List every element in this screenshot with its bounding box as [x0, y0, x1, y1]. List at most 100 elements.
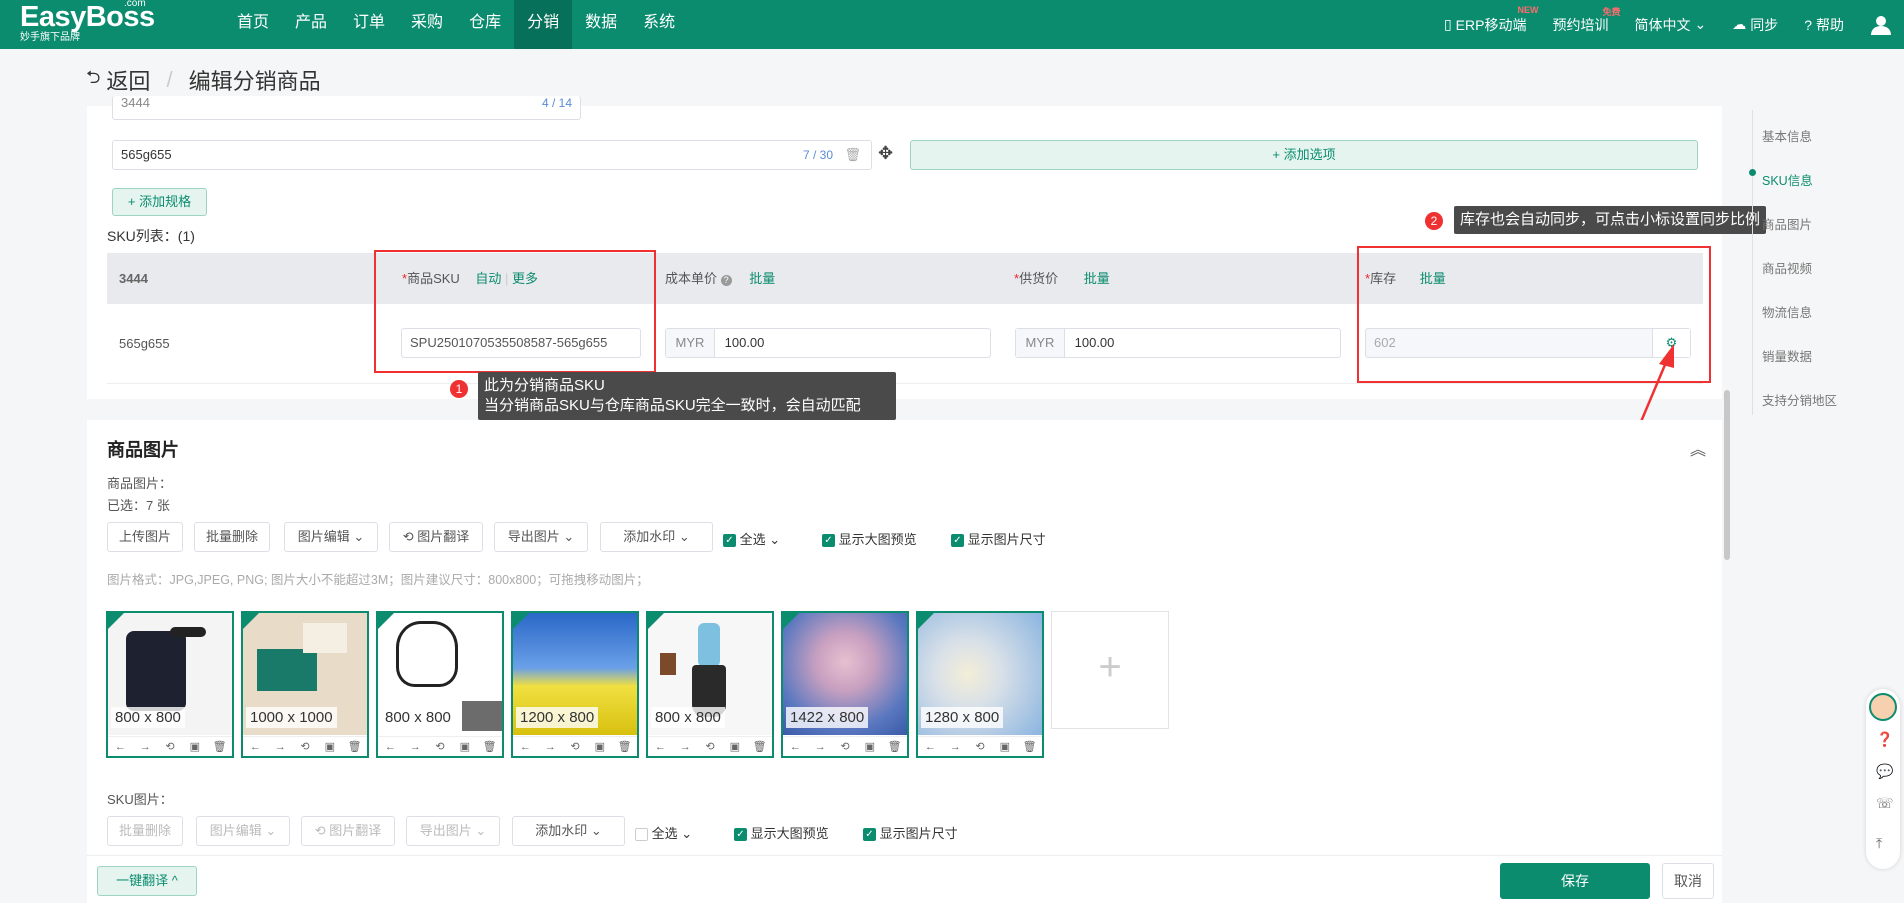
supply-batch-link[interactable]: 批量: [1084, 271, 1110, 286]
arrow-left-icon[interactable]: ←: [920, 741, 940, 753]
arrow-right-icon[interactable]: →: [405, 741, 425, 753]
sku-select-all-checkbox[interactable]: 全选 ⌄: [635, 823, 692, 842]
one-click-translate-button[interactable]: 一键翻译 ^: [97, 866, 197, 896]
show-size-checkbox[interactable]: ✓ 显示图片尺寸: [951, 529, 1046, 548]
anchor-sku-info[interactable]: SKU信息: [1762, 159, 1837, 203]
avatar[interactable]: [1869, 693, 1897, 721]
product-image-7[interactable]: 1280 x 800 ← → ⟲ ▣ 🗑: [916, 611, 1044, 758]
image-edit-icon[interactable]: ▣: [860, 740, 880, 753]
erp-mobile-link[interactable]: ▯ ERP移动端 NEW: [1444, 5, 1539, 35]
translate-icon[interactable]: ⟲: [835, 740, 855, 753]
arrow-left-icon[interactable]: ←: [785, 741, 805, 753]
sku-image-edit-dropdown[interactable]: 图片编辑 ⌄: [196, 816, 290, 846]
arrow-right-icon[interactable]: →: [270, 741, 290, 753]
trash-icon[interactable]: 🗑: [345, 740, 365, 753]
nav-purchase[interactable]: 采购: [398, 0, 456, 49]
anchor-basic-info[interactable]: 基本信息: [1762, 115, 1837, 159]
anchor-sales-data[interactable]: 销量数据: [1762, 335, 1837, 379]
chat-icon[interactable]: 💬: [1876, 763, 1893, 780]
add-spec-button[interactable]: + 添加规格: [112, 188, 207, 216]
trash-icon[interactable]: 🗑: [750, 740, 770, 753]
trash-icon[interactable]: 🗑: [210, 740, 230, 753]
nav-warehouse[interactable]: 仓库: [456, 0, 514, 49]
export-image-dropdown[interactable]: 导出图片 ⌄: [494, 522, 588, 552]
cost-batch-link[interactable]: 批量: [749, 271, 775, 286]
anchor-product-images[interactable]: 商品图片: [1762, 203, 1837, 247]
translate-icon[interactable]: ⟲: [565, 740, 585, 753]
arrow-right-icon[interactable]: →: [675, 741, 695, 753]
spec-value-input-partial[interactable]: 3444 4 / 14: [112, 96, 581, 120]
cancel-button[interactable]: 取消: [1662, 863, 1714, 899]
image-edit-dropdown[interactable]: 图片编辑 ⌄: [284, 522, 378, 552]
language-select[interactable]: 简体中文 ⌄: [1634, 15, 1706, 35]
arrow-right-icon[interactable]: →: [810, 741, 830, 753]
sku-image-translate-button[interactable]: ⟲ 图片翻译: [301, 816, 395, 846]
image-edit-icon[interactable]: ▣: [320, 740, 340, 753]
nav-orders[interactable]: 订单: [340, 0, 398, 49]
nav-data[interactable]: 数据: [572, 0, 630, 49]
product-image-3[interactable]: 800 x 800 ← → ⟲ ▣ 🗑: [376, 611, 504, 758]
translate-icon[interactable]: ⟲: [295, 740, 315, 753]
arrow-right-icon[interactable]: →: [135, 741, 155, 753]
spec-option-input[interactable]: 565g655 7 / 30 🗑: [112, 140, 872, 170]
product-image-1[interactable]: 800 x 800 ← → ⟲ ▣ 🗑: [106, 611, 234, 758]
arrow-left-icon[interactable]: ←: [380, 741, 400, 753]
trash-icon[interactable]: 🗑: [885, 740, 905, 753]
back-to-top-icon[interactable]: ⤒: [1876, 835, 1882, 852]
cost-input[interactable]: MYR 100.00: [665, 328, 991, 358]
image-edit-icon[interactable]: ▣: [995, 740, 1015, 753]
nav-distribution[interactable]: 分销: [514, 0, 573, 49]
image-edit-icon[interactable]: ▣: [590, 740, 610, 753]
batch-delete-button[interactable]: 批量删除: [194, 522, 270, 552]
image-edit-icon[interactable]: ▣: [725, 740, 745, 753]
drag-move-icon[interactable]: ✥: [878, 143, 893, 164]
sku-big-preview-checkbox[interactable]: ✓ 显示大图预览: [734, 823, 829, 842]
add-watermark-dropdown[interactable]: 添加水印 ⌄: [600, 522, 713, 552]
arrow-right-icon[interactable]: →: [945, 741, 965, 753]
translate-icon[interactable]: ⟲: [700, 740, 720, 753]
anchor-regions[interactable]: 支持分销地区: [1762, 379, 1837, 423]
nav-products[interactable]: 产品: [282, 0, 340, 49]
translate-icon[interactable]: ⟲: [970, 740, 990, 753]
back-icon[interactable]: ⮌: [86, 65, 100, 95]
image-translate-button[interactable]: ⟲ 图片翻译: [389, 522, 483, 552]
add-option-button[interactable]: + 添加选项: [910, 140, 1698, 170]
arrow-right-icon[interactable]: →: [540, 741, 560, 753]
select-all-checkbox[interactable]: ✓ 全选 ⌄: [723, 529, 780, 548]
translate-icon[interactable]: ⟲: [160, 740, 180, 753]
arrow-left-icon[interactable]: ←: [650, 741, 670, 753]
anchor-logistics[interactable]: 物流信息: [1762, 291, 1837, 335]
image-edit-icon[interactable]: ▣: [455, 740, 475, 753]
sync-button[interactable]: ☁ 同步: [1732, 15, 1778, 35]
nav-home[interactable]: 首页: [224, 0, 282, 49]
trash-icon[interactable]: 🗑: [480, 740, 500, 753]
anchor-product-video[interactable]: 商品视频: [1762, 247, 1837, 291]
upload-image-button[interactable]: 上传图片: [107, 522, 183, 552]
product-image-6[interactable]: 1422 x 800 ← → ⟲ ▣ 🗑: [781, 611, 909, 758]
back-link[interactable]: 返回: [106, 64, 150, 96]
big-preview-checkbox[interactable]: ✓ 显示大图预览: [822, 529, 917, 548]
help-doc-icon[interactable]: ❓: [1876, 731, 1893, 748]
product-image-2[interactable]: 1000 x 1000 ← → ⟲ ▣ 🗑: [241, 611, 369, 758]
sku-batch-delete-button[interactable]: 批量删除: [107, 816, 183, 846]
image-edit-icon[interactable]: ▣: [185, 740, 205, 753]
trash-icon[interactable]: 🗑: [1020, 740, 1040, 753]
sku-export-image-dropdown[interactable]: 导出图片 ⌄: [406, 816, 500, 846]
help-button[interactable]: ? 帮助: [1804, 15, 1844, 35]
product-image-5[interactable]: 800 x 800 ← → ⟲ ▣ 🗑: [646, 611, 774, 758]
arrow-left-icon[interactable]: ←: [110, 741, 130, 753]
save-button[interactable]: 保存: [1500, 863, 1650, 899]
logo[interactable]: EasyBoss .com 妙手旗下品牌: [20, 0, 155, 49]
arrow-left-icon[interactable]: ←: [515, 741, 535, 753]
training-link[interactable]: 预约培训 免费: [1552, 7, 1620, 35]
product-image-4[interactable]: 1200 x 800 ← → ⟲ ▣ 🗑: [511, 611, 639, 758]
arrow-left-icon[interactable]: ←: [245, 741, 265, 753]
add-image-tile[interactable]: +: [1051, 611, 1169, 729]
user-icon[interactable]: [1870, 14, 1892, 36]
trash-icon[interactable]: 🗑: [615, 740, 635, 753]
collapse-icon[interactable]: ︽: [1690, 436, 1706, 460]
nav-system[interactable]: 系统: [630, 0, 688, 49]
sku-show-size-checkbox[interactable]: ✓ 显示图片尺寸: [863, 823, 958, 842]
trash-icon[interactable]: 🗑: [844, 141, 861, 169]
translate-icon[interactable]: ⟲: [430, 740, 450, 753]
